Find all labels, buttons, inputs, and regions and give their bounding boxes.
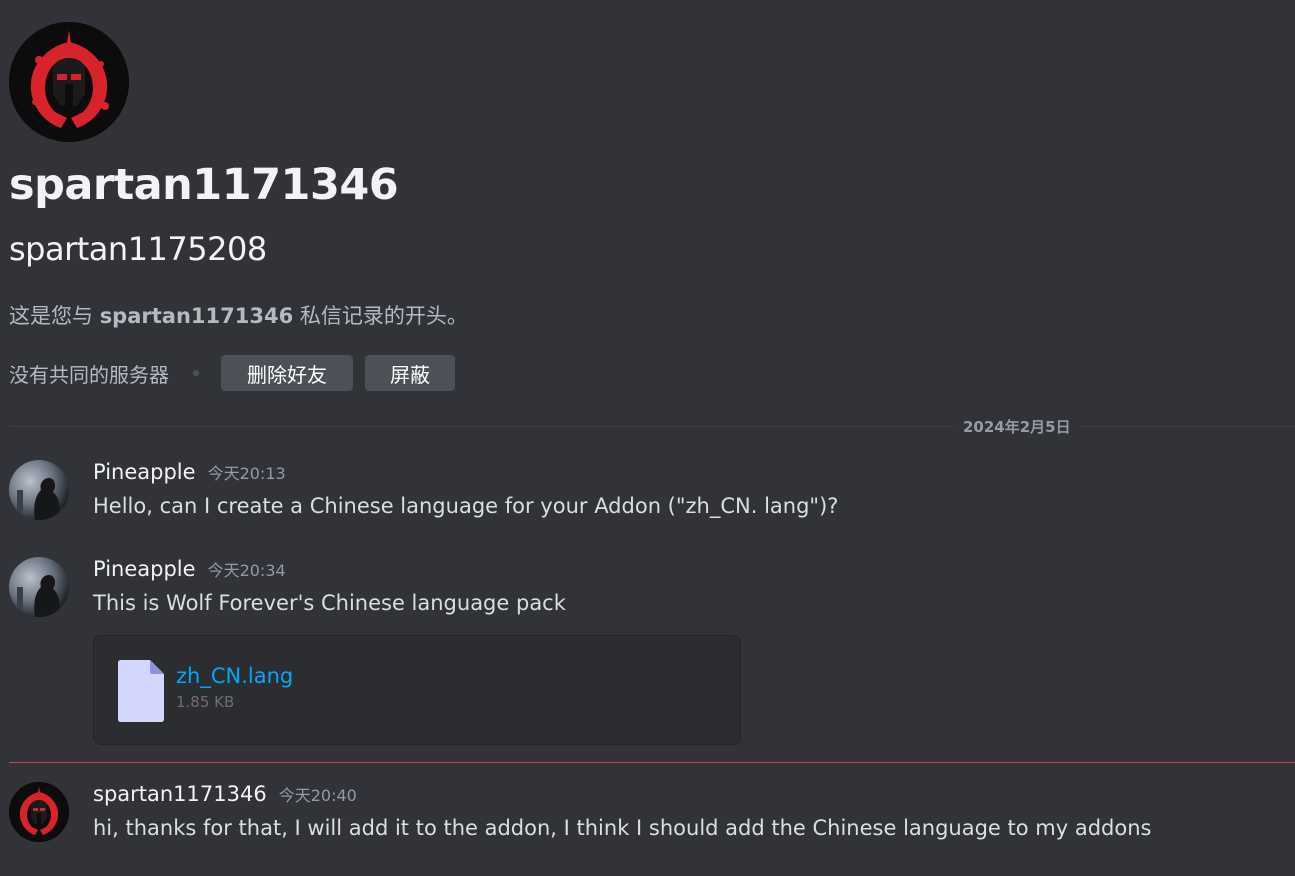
intro-prefix: 这是您与 [9, 304, 100, 328]
message-timestamp: 今天20:34 [207, 561, 286, 580]
profile-actions: 没有共同的服务器 删除好友 屏蔽 [9, 354, 467, 392]
avatar[interactable] [9, 557, 69, 617]
intro-user-name: spartan1171346 [99, 304, 294, 328]
avatar[interactable] [9, 460, 69, 520]
intro-suffix: 私信记录的开头。 [293, 304, 468, 328]
separator-dot [193, 370, 199, 376]
file-icon [118, 660, 164, 722]
dm-channel: spartan1171346 spartan1175208 这是您与 spart… [0, 0, 1295, 876]
attachment-file-size: 1.85 KB [176, 693, 235, 711]
message-author[interactable]: Pineapple [93, 460, 196, 484]
spartan-helmet-icon [9, 782, 69, 842]
profile-username: spartan1175208 [9, 230, 267, 268]
user-photo-icon [9, 460, 69, 520]
block-button[interactable]: 屏蔽 [365, 355, 455, 391]
message-author[interactable]: Pineapple [93, 557, 196, 581]
avatar[interactable] [9, 782, 69, 842]
mutual-servers-text: 没有共同的服务器 [9, 362, 169, 387]
remove-friend-button[interactable]: 删除好友 [221, 355, 353, 391]
message-header: spartan1171346 今天20:40 [93, 782, 357, 806]
date-divider [9, 426, 1295, 427]
message-header: Pineapple 今天20:13 [93, 460, 286, 484]
message-header: Pineapple 今天20:34 [93, 557, 286, 581]
dm-intro-text: 这是您与 spartan1171346 私信记录的开头。 [9, 300, 468, 332]
profile-display-name: spartan1171346 [9, 160, 399, 210]
message-author[interactable]: spartan1171346 [93, 782, 267, 806]
message-content: Hello, can I create a Chinese language f… [93, 494, 839, 518]
message-timestamp: 今天20:13 [207, 464, 286, 483]
new-messages-divider [9, 762, 1295, 763]
user-photo-icon [9, 557, 69, 617]
spartan-helmet-icon [9, 22, 129, 142]
file-attachment: zh_CN.lang 1.85 KB [93, 635, 741, 745]
message-timestamp: 今天20:40 [278, 786, 357, 805]
profile-avatar[interactable] [9, 22, 129, 142]
message-content: This is Wolf Forever's Chinese language … [93, 591, 566, 615]
message-content: hi, thanks for that, I will add it to th… [93, 816, 1152, 840]
attachment-file-name[interactable]: zh_CN.lang [176, 664, 293, 688]
date-divider-label: 2024年2月5日 [954, 416, 1080, 438]
